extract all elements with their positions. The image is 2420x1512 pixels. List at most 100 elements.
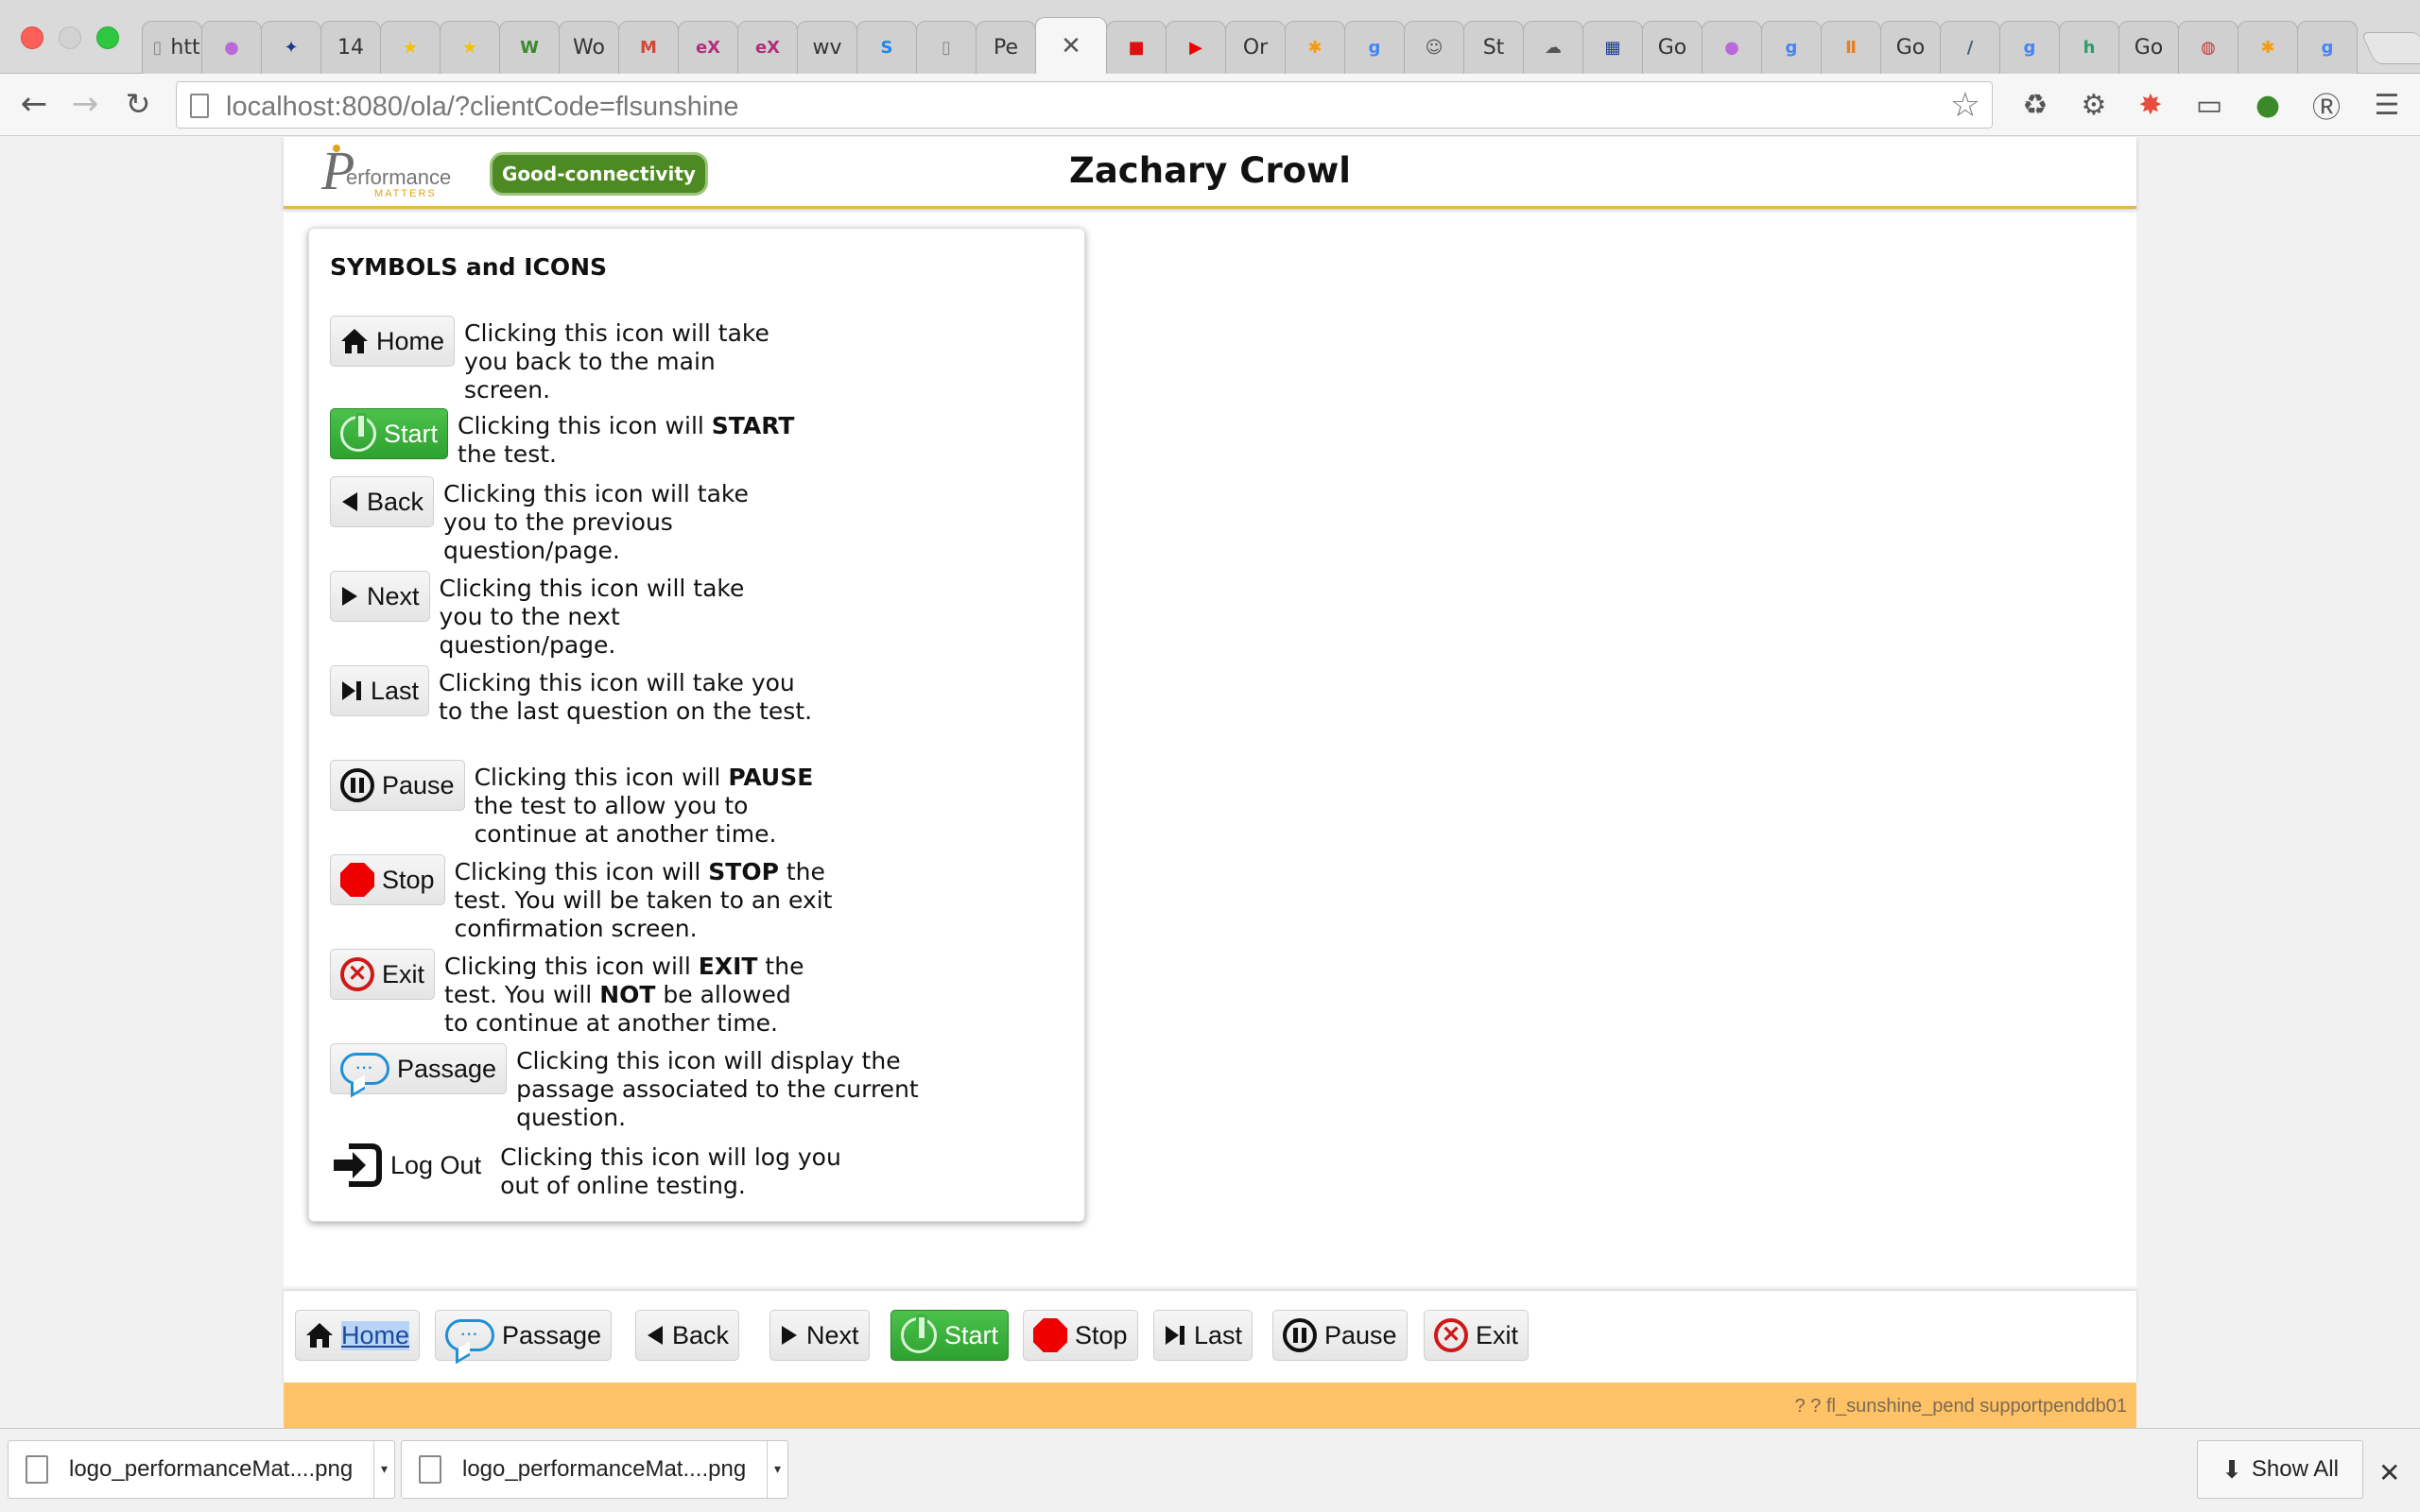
chevron-down-icon[interactable]: ▾	[373, 1441, 394, 1498]
browser-tab[interactable]: ✦	[261, 21, 321, 74]
reload-icon[interactable]: ↻	[119, 85, 157, 123]
browser-tab[interactable]: eX	[737, 21, 798, 74]
browser-tab[interactable]: ★	[380, 21, 441, 74]
pause-icon	[340, 768, 374, 802]
window-zoom-button[interactable]	[96, 26, 119, 49]
browser-tab[interactable]: /	[1940, 21, 2000, 74]
browser-tab[interactable]: ▦	[1582, 21, 1643, 74]
window-minimize-button[interactable]	[59, 26, 81, 49]
browser-tab-label: Pe	[993, 36, 1019, 60]
browser-tab[interactable]: g	[1999, 21, 2060, 74]
browser-tab[interactable]: ▯ htt	[142, 21, 202, 74]
s-icon: S	[880, 38, 893, 58]
menu-icon[interactable]: ☰	[2369, 87, 2405, 123]
pause-button-label: Pause	[1324, 1320, 1397, 1349]
chevron-down-icon[interactable]: ▾	[767, 1441, 787, 1498]
cast-icon[interactable]: ▭	[2191, 87, 2227, 123]
browser-tab[interactable]: Ⅱ	[1821, 21, 1881, 74]
passage-button[interactable]: ··· Passage	[435, 1310, 613, 1361]
youtube-icon: ▶	[1189, 38, 1202, 58]
edx-icon: eX	[754, 38, 781, 58]
close-icon[interactable]: ✕	[1061, 32, 1081, 60]
panel-title: SYMBOLS and ICONS	[330, 253, 608, 281]
browser-tab[interactable]: St	[1463, 21, 1524, 74]
recycle-icon[interactable]: ♻	[2017, 87, 2053, 123]
back-button[interactable]: Back	[635, 1310, 740, 1361]
back-arrow-icon[interactable]: ←	[15, 85, 53, 123]
browser-tab[interactable]: g	[1344, 21, 1405, 74]
power-icon	[340, 413, 376, 452]
url-path: :8080/ola/?clientCode=flsunshine	[334, 92, 739, 122]
next-arrow-icon	[340, 585, 359, 608]
bookmark-star-icon[interactable]: ☆	[1950, 86, 1980, 125]
evernote-icon[interactable]: ●	[2250, 87, 2286, 123]
g-icon: g	[2023, 38, 2036, 58]
browser-tab[interactable]: S	[856, 21, 917, 74]
stop-icon	[340, 863, 374, 897]
symbol-row: Back Clicking this icon will take you to …	[330, 476, 774, 565]
browser-tab-label: St	[1482, 36, 1505, 60]
last-button[interactable]: Last	[1153, 1310, 1253, 1361]
color-wheel-icon[interactable]: ✸	[2133, 87, 2169, 123]
next-button[interactable]: Next	[769, 1310, 870, 1361]
browser-tab-label: wv	[812, 36, 842, 60]
url-text[interactable]: localhost:8080/ola/?clientCode=flsunshin…	[226, 92, 739, 123]
download-item[interactable]: logo_performanceMat....png ▾	[8, 1440, 395, 1499]
browser-tab[interactable]: ▶	[1166, 21, 1226, 74]
forward-arrow-icon[interactable]: →	[66, 85, 104, 123]
gear-icon[interactable]: ⚙	[2076, 87, 2112, 123]
browser-tab[interactable]: ■	[1106, 21, 1167, 74]
show-all-downloads-button[interactable]: ⬇ Show All	[2197, 1440, 2363, 1499]
symbol-row: Stop Clicking this icon will STOP the tes…	[330, 854, 833, 943]
browser-tab[interactable]: wv	[797, 21, 857, 74]
asterisk-icon: ✱	[1307, 38, 1322, 58]
browser-tab[interactable]: Pe	[976, 21, 1036, 74]
start-button[interactable]: Start	[890, 1310, 1010, 1361]
stop-button[interactable]: Stop	[1023, 1310, 1138, 1361]
address-bar[interactable]: localhost:8080/ola/?clientCode=flsunshin…	[176, 81, 1993, 129]
browser-tab[interactable]: Wo	[559, 21, 619, 74]
home-sample-button: Home	[330, 316, 456, 367]
window-close-button[interactable]	[21, 26, 43, 49]
browser-tab[interactable]: Go	[2118, 21, 2179, 74]
browser-tab[interactable]: Or	[1225, 21, 1286, 74]
browser-tab[interactable]: g	[1761, 21, 1822, 74]
browser-tab[interactable]: ▯	[916, 21, 977, 74]
sample-button-label: Exit	[382, 959, 425, 988]
last-icon	[1164, 1324, 1186, 1347]
browser-tab[interactable]: 14	[320, 21, 381, 74]
close-icon[interactable]: ✕	[2378, 1457, 2400, 1488]
browser-tab[interactable]: h	[2059, 21, 2119, 74]
browser-tab[interactable]: ☺	[1404, 21, 1464, 74]
browser-tab[interactable]: Go	[1880, 21, 1941, 74]
browser-tab[interactable]: eX	[678, 21, 738, 74]
browser-tab[interactable]: ●	[201, 21, 262, 74]
symbol-row: Pause Clicking this icon will PAUSE the t…	[330, 760, 843, 849]
download-item[interactable]: logo_performanceMat....png ▾	[401, 1440, 788, 1499]
browser-tab-active[interactable]: ✕	[1035, 17, 1107, 74]
sample-button-label: Home	[376, 326, 445, 355]
sample-button-label: Log Out	[390, 1150, 482, 1179]
pause-button[interactable]: Pause	[1272, 1310, 1408, 1361]
w-circle-icon[interactable]: Ⓡ	[2308, 87, 2344, 125]
new-tab-button[interactable]	[2360, 32, 2420, 64]
back-arrow-icon	[646, 1324, 665, 1347]
browser-tab[interactable]: Go	[1642, 21, 1703, 74]
browser-tab[interactable]: ✱	[1285, 21, 1345, 74]
browser-tab[interactable]: M	[618, 21, 679, 74]
exit-button-label: Exit	[1476, 1320, 1519, 1349]
sample-button-label: Start	[384, 419, 439, 448]
browser-tab[interactable]: ★	[440, 21, 500, 74]
browser-tab[interactable]: ✱	[2238, 21, 2298, 74]
browser-tab[interactable]: ◍	[2178, 21, 2238, 74]
browser-tab[interactable]: ☁	[1523, 21, 1583, 74]
exit-button[interactable]: ✕ Exit	[1424, 1310, 1530, 1361]
browser-tab[interactable]: W	[499, 21, 560, 74]
page-viewport: P erformance MATTERS Good-connectivity Z…	[0, 137, 2420, 1428]
g-icon: g	[2321, 38, 2334, 58]
sample-button-label: Last	[371, 676, 420, 705]
home-button[interactable]: Home	[295, 1310, 421, 1361]
browser-tab[interactable]: g	[2297, 21, 2358, 74]
student-name: Zachary Crowl	[1069, 150, 1351, 191]
browser-tab[interactable]: ●	[1702, 21, 1762, 74]
